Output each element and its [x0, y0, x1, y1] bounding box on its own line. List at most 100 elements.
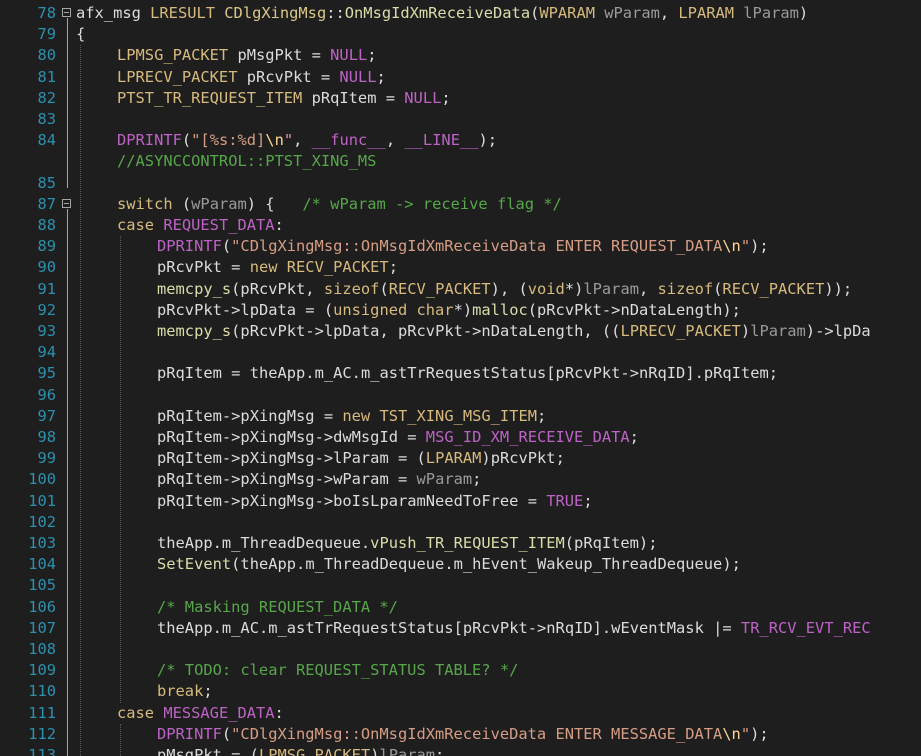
code-line[interactable]: 96	[0, 385, 921, 406]
token-parameter: lParam	[379, 746, 436, 756]
line-number: 82	[37, 88, 56, 107]
token-identifier: pRqItem	[157, 449, 222, 468]
token-keyword: sizeof	[657, 279, 714, 298]
code-line[interactable]: 112 DPRINTF("CDlgXingMsg::OnMsgIdXmReceiv…	[0, 724, 921, 745]
token-keyword: TST_XING_MSG_ITEM	[379, 406, 537, 425]
code-line[interactable]: 102	[0, 512, 921, 533]
code-line[interactable]: 109 /* TODO: clear REQUEST_STATUS TABLE? …	[0, 660, 921, 681]
code-line[interactable]: 113 pMsgPkt = (LPMSG_PACKET)lParam;	[0, 745, 921, 756]
code-line[interactable]: 106 /* Masking REQUEST_DATA */	[0, 597, 921, 618]
token-keyword: RECV_PACKET	[286, 258, 389, 277]
code-text: SetEvent(theApp.m_ThreadDequeue.m_hEvent…	[157, 554, 741, 575]
code-line[interactable]: 81 LPRECV_PACKET pRcvPkt = NULL;	[0, 67, 921, 88]
fold-collapse-icon[interactable]	[62, 198, 71, 208]
token-function: memcpy_s	[157, 279, 232, 298]
token-punct: );	[722, 300, 741, 319]
token-macro: DPRINTF	[157, 237, 222, 256]
code-line[interactable]: 80 LPMSG_PACKET pMsgPkt = NULL;	[0, 45, 921, 66]
code-line[interactable]: 107 theApp.m_AC.m_astTrRequestStatus[pRcv…	[0, 618, 921, 639]
token-punct: );	[750, 237, 769, 256]
code-line[interactable]: 100 pRqItem->pXingMsg->wParam = wParam;	[0, 469, 921, 490]
token-identifier: pRcvPkt	[157, 300, 222, 319]
code-line[interactable]: 79 {	[0, 24, 921, 45]
code-line[interactable]: 91 memcpy_s(pRcvPkt, sizeof(RECV_PACKET),…	[0, 279, 921, 300]
code-line[interactable]: 103 theApp.m_ThreadDequeue.vPush_TR_REQUE…	[0, 533, 921, 554]
token-identifier: pXingMsg	[240, 406, 315, 425]
token-macro: NULL	[339, 67, 377, 86]
line-number: 113	[28, 746, 56, 756]
token-string: "	[740, 724, 751, 743]
token-punct: =	[314, 406, 343, 425]
code-line[interactable]: 87 switch (wParam) { /* wParam -> receive…	[0, 194, 921, 215]
code-line[interactable]: 88 case REQUEST_DATA:	[0, 215, 921, 236]
code-line[interactable]: 99 pRqItem->pXingMsg->lParam = (LPARAM)pR…	[0, 448, 921, 469]
token-punct: = (	[388, 449, 426, 468]
token-punct: ->	[314, 470, 334, 489]
code-text: pRqItem->pXingMsg = new TST_XING_MSG_ITE…	[157, 406, 546, 427]
fold-collapse-icon[interactable]	[62, 8, 71, 17]
line-number: 85	[37, 173, 56, 192]
code-line[interactable]: //ASYNCCONTROL::PTST_XING_MS	[0, 151, 921, 172]
token-escape: \n	[722, 724, 741, 743]
token-identifier: pMsgPkt	[237, 46, 303, 65]
line-number: 102	[28, 512, 56, 531]
code-line[interactable]: 98 pRqItem->pXingMsg->dwMsgId = MSG_ID_XM…	[0, 427, 921, 448]
token-punct: ;	[536, 406, 547, 425]
code-line[interactable]: 95 pRqItem = theApp.m_AC.m_astTrRequestSt…	[0, 363, 921, 384]
token-identifier: wEventMask	[611, 618, 704, 637]
token-punct: =	[376, 88, 405, 107]
indent-guide	[80, 45, 81, 756]
code-line[interactable]: 97 pRqItem->pXingMsg = new TST_XING_MSG_I…	[0, 406, 921, 427]
token-punct: ) {	[246, 194, 303, 213]
token-punct: *)	[564, 279, 584, 298]
token-punct: ].	[592, 618, 612, 637]
line-number: 112	[28, 724, 56, 743]
code-line[interactable]: 105	[0, 575, 921, 596]
token-keyword: sizeof	[323, 279, 380, 298]
code-line[interactable]: 85	[0, 173, 921, 194]
code-text: case REQUEST_DATA:	[117, 215, 284, 236]
token-parameter: lParam	[583, 279, 639, 298]
line-number: 98	[37, 428, 56, 446]
token-punct: .	[212, 534, 222, 552]
code-line[interactable]: 90 pRcvPkt = new RECV_PACKET;	[0, 257, 921, 278]
line-number: 78	[37, 4, 56, 22]
code-line[interactable]: 110 break;	[0, 681, 921, 702]
token-keyword: PTST_TR_REQUEST_ITEM	[117, 88, 312, 107]
code-line[interactable]: 78 afx_msg LRESULT CDlgXingMsg::OnMsgIdXm…	[0, 3, 921, 24]
code-line[interactable]: 82 PTST_TR_REQUEST_ITEM pRqItem = NULL;	[0, 88, 921, 109]
token-identifier: theApp	[157, 534, 213, 552]
token-punct: {	[76, 25, 86, 44]
token-macro: NULL	[330, 46, 368, 65]
token-punct: ;	[388, 258, 398, 277]
code-line[interactable]: 101 pRqItem->pXingMsg->boIsLparamNeedToFr…	[0, 491, 921, 512]
code-line[interactable]: 93 memcpy_s(pRcvPkt->lpData, pRcvPkt->nDa…	[0, 321, 921, 342]
code-line[interactable]: 89 DPRINTF("CDlgXingMsg::OnMsgIdXmReceive…	[0, 236, 921, 257]
token-punct: [	[453, 618, 463, 637]
code-line[interactable]: 108	[0, 639, 921, 660]
token-punct: ->	[620, 364, 639, 383]
token-punct: =	[388, 470, 417, 489]
token-comment: /* Masking REQUEST_DATA */	[157, 597, 398, 616]
token-comment: //ASYNCCONTROL::PTST_XING_MS	[117, 152, 377, 171]
code-editor[interactable]: 78 afx_msg LRESULT CDlgXingMsg::OnMsgIdXm…	[0, 0, 921, 756]
token-comment: /* TODO: clear REQUEST_STATUS TABLE? */	[157, 661, 519, 680]
code-line[interactable]: 111 case MESSAGE_DATA:	[0, 703, 921, 724]
code-line[interactable]: 84 DPRINTF("[%s:%d]\n", __func__, __LINE_…	[0, 130, 921, 151]
code-line[interactable]: 92 pRcvPkt->lpData = (unsigned char*)mall…	[0, 300, 921, 321]
token-punct: :	[274, 216, 284, 234]
line-number: 105	[28, 576, 56, 595]
token-string: "	[283, 131, 294, 150]
token-identifier: pMsgPkt	[157, 746, 222, 756]
token-punct: (	[181, 131, 192, 150]
token-punct: ->	[221, 300, 241, 319]
token-keyword: LPRECV_PACKET	[117, 67, 247, 86]
code-line[interactable]: 104 SetEvent(theApp.m_ThreadDequeue.m_hEv…	[0, 554, 921, 575]
line-number: 87	[37, 194, 56, 213]
code-line[interactable]: 94	[0, 342, 921, 363]
token-punct: .	[444, 555, 454, 574]
token-parameter: wParam	[191, 194, 247, 213]
code-line[interactable]: 83	[0, 109, 921, 130]
token-punct: .	[305, 364, 315, 383]
token-identifier: pXingMsg	[240, 491, 315, 510]
